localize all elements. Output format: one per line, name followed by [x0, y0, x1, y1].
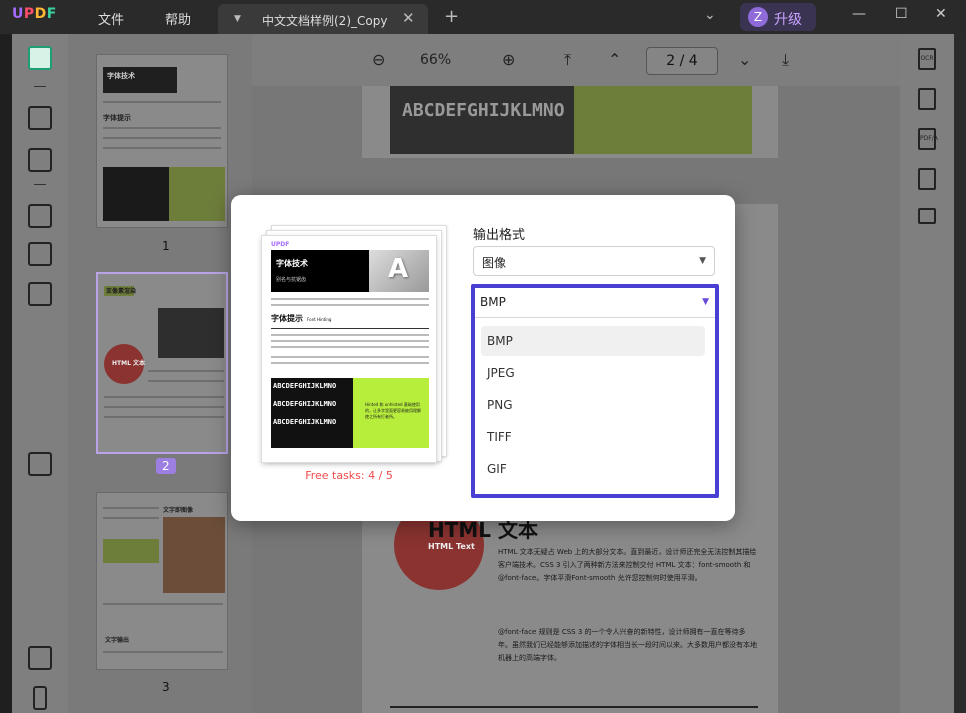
export-dialog: UPDF 字体技术 别名与抗锯齿 A 字体提示 Font Hinting ABCD…	[231, 195, 735, 521]
chevron-down-icon[interactable]: ⌄	[704, 7, 716, 23]
menu-file[interactable]: 文件	[98, 9, 124, 28]
next-page-icon[interactable]: ⌄	[738, 50, 751, 69]
maximize-button[interactable]: ☐	[895, 6, 908, 22]
view-toolbar: ⊖ 66% ⊕ ⤒ ⌃ 2 / 4 ⌄ ⤓	[252, 34, 900, 86]
format-option-jpeg[interactable]: JPEG	[481, 358, 705, 388]
layers-icon[interactable]	[28, 646, 52, 670]
ocr-icon[interactable]: OCR	[918, 48, 936, 70]
preview-subtitle: 别名与抗锯齿	[276, 277, 307, 283]
caret-down-icon: ▼	[699, 256, 706, 266]
document-tab[interactable]: ▼ 中文文档样例(2)_Copy ✕	[218, 4, 428, 34]
separator	[34, 184, 46, 185]
page-input[interactable]: 2 / 4	[646, 47, 718, 75]
thumb-subheading: 文字输出	[105, 637, 130, 644]
page-thumbnail[interactable]: 文字即图像 文字输出	[96, 492, 228, 670]
bookmark-icon[interactable]	[33, 686, 47, 710]
format-option-tiff[interactable]: TIFF	[481, 422, 705, 452]
minimize-button[interactable]: —	[852, 6, 866, 22]
caret-down-icon: ▼	[702, 297, 709, 307]
convert-icon[interactable]	[918, 88, 936, 110]
upgrade-label: 升级	[774, 12, 802, 28]
scrollbar[interactable]	[954, 34, 966, 713]
image-format-value: BMP	[480, 295, 506, 309]
thumbnail-panel: 字体技术 字体提示 1 亚像素渲染 HTML 文本 2 文字即图像 文字输出 3	[68, 34, 252, 713]
page-number: 1	[162, 239, 170, 253]
paragraph: HTML 文本无疑占 Web 上的大部分文本。直到最近，设计师还完全无法控制其描…	[498, 548, 757, 582]
thumb-heading: 字体技术	[107, 72, 135, 80]
crop-icon[interactable]	[28, 242, 52, 266]
format-option-png[interactable]: PNG	[481, 390, 705, 420]
previous-page-icon[interactable]: ⌃	[608, 50, 621, 69]
preview-title: 字体技术	[276, 259, 308, 268]
layers-tool-icon[interactable]	[28, 282, 52, 306]
preview-logo: UPDF	[271, 241, 290, 248]
page-thumbnail-selected[interactable]: 亚像素渲染 HTML 文本	[96, 272, 228, 454]
separator	[34, 86, 46, 87]
avatar: Z	[748, 7, 768, 27]
paragraph: @font-face 规则是 CSS 3 的一个令人兴奋的新特性，设计师拥有一直…	[498, 628, 757, 662]
zoom-level[interactable]: 66%	[420, 52, 451, 68]
tab-title: 中文文档样例(2)_Copy	[262, 14, 388, 28]
protect-icon[interactable]	[918, 168, 936, 190]
edit-icon[interactable]	[28, 148, 52, 172]
right-toolbar: OCR PDF/A	[900, 34, 954, 713]
output-format-value: 图像	[482, 256, 507, 270]
page-number-selected: 2	[156, 458, 176, 474]
format-option-bmp[interactable]: BMP	[481, 326, 705, 356]
new-tab-icon[interactable]: +	[444, 6, 459, 27]
banner-text: ABCDEFGHIJKLMNO	[402, 100, 565, 121]
first-page-icon[interactable]: ⤒	[564, 50, 571, 70]
output-format-select[interactable]: 图像 ▼	[473, 246, 715, 276]
export-preview: UPDF 字体技术 别名与抗锯齿 A 字体提示 Font Hinting ABCD…	[261, 235, 437, 463]
thumb-heading: 亚像素渲染	[106, 288, 137, 295]
image-format-dropdown[interactable]: BMP ▼ BMP JPEG PNG TIFF GIF	[471, 284, 719, 498]
page-number: 3	[162, 680, 170, 694]
free-tasks-label: Free tasks: 4 / 5	[305, 469, 393, 482]
thumb-heading: 文字即图像	[163, 507, 194, 514]
image-format-select[interactable]: BMP ▼	[475, 288, 715, 318]
section-subtitle: HTML Text	[428, 542, 475, 551]
thumb-subheading: HTML 文本	[112, 360, 145, 367]
zoom-out-button[interactable]: ⊖	[372, 50, 385, 69]
preview-letter-graphic: A	[388, 254, 409, 284]
document-page: ABCDEFGHIJKLMNO	[362, 86, 778, 158]
upgrade-button[interactable]: Z 升级	[740, 3, 816, 31]
preview-heading: 字体提示 Font Hinting	[271, 314, 332, 323]
close-tab-icon[interactable]: ✕	[402, 9, 415, 27]
format-option-gif[interactable]: GIF	[481, 454, 705, 484]
organize-pages-icon[interactable]	[28, 204, 52, 228]
reader-icon[interactable]	[28, 46, 52, 70]
preview-green-text: Hinted 和 unhinted 基础使用的，让多字里面更容易被用理解使之所有…	[365, 402, 421, 419]
zoom-in-button[interactable]: ⊕	[502, 50, 515, 69]
last-page-icon[interactable]: ⤓	[782, 50, 789, 70]
pdfa-icon[interactable]: PDF/A	[918, 128, 938, 150]
output-format-label: 输出格式	[473, 228, 526, 243]
page-thumbnail[interactable]: 字体技术 字体提示	[96, 54, 228, 228]
comment-icon[interactable]	[28, 106, 52, 130]
title-bar: UPDF 文件 帮助 ▼ 中文文档样例(2)_Copy ✕ + ⌄ Z 升级 —…	[0, 0, 966, 34]
gift-icon[interactable]	[28, 452, 52, 476]
mail-icon[interactable]	[918, 208, 936, 224]
app-logo: UPDF	[12, 6, 57, 22]
close-window-button[interactable]: ✕	[935, 6, 947, 22]
tab-dropdown-icon[interactable]: ▼	[234, 14, 241, 24]
thumb-subheading: 字体提示	[103, 114, 131, 122]
left-toolbar	[12, 34, 68, 713]
menu-help[interactable]: 帮助	[165, 9, 191, 28]
